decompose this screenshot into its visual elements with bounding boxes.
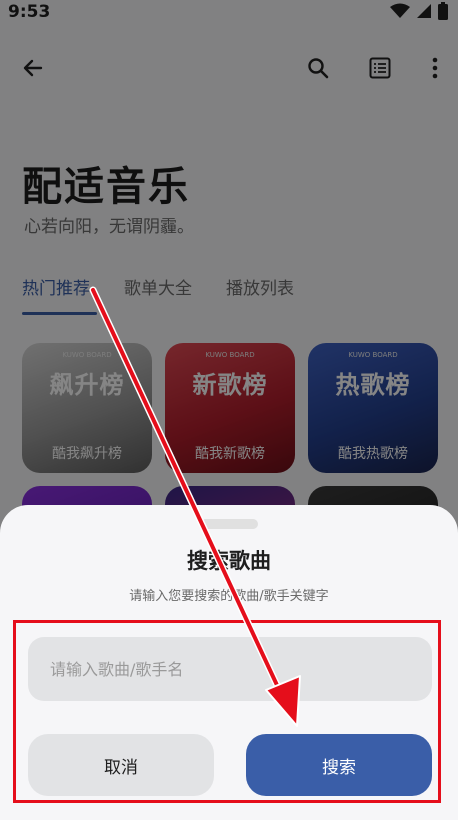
dialog-subtitle: 请输入您要搜索的歌曲/歌手关键字	[129, 589, 329, 604]
annotation-highlight-box	[13, 620, 441, 803]
drag-handle[interactable]	[200, 519, 258, 529]
app-screen: 9:53 配适音乐 心若向阳，无谓阴霾。 热门推荐 歌单大全 播放列表 KUWO…	[0, 0, 458, 820]
dialog-title: 搜索歌曲	[187, 549, 271, 573]
